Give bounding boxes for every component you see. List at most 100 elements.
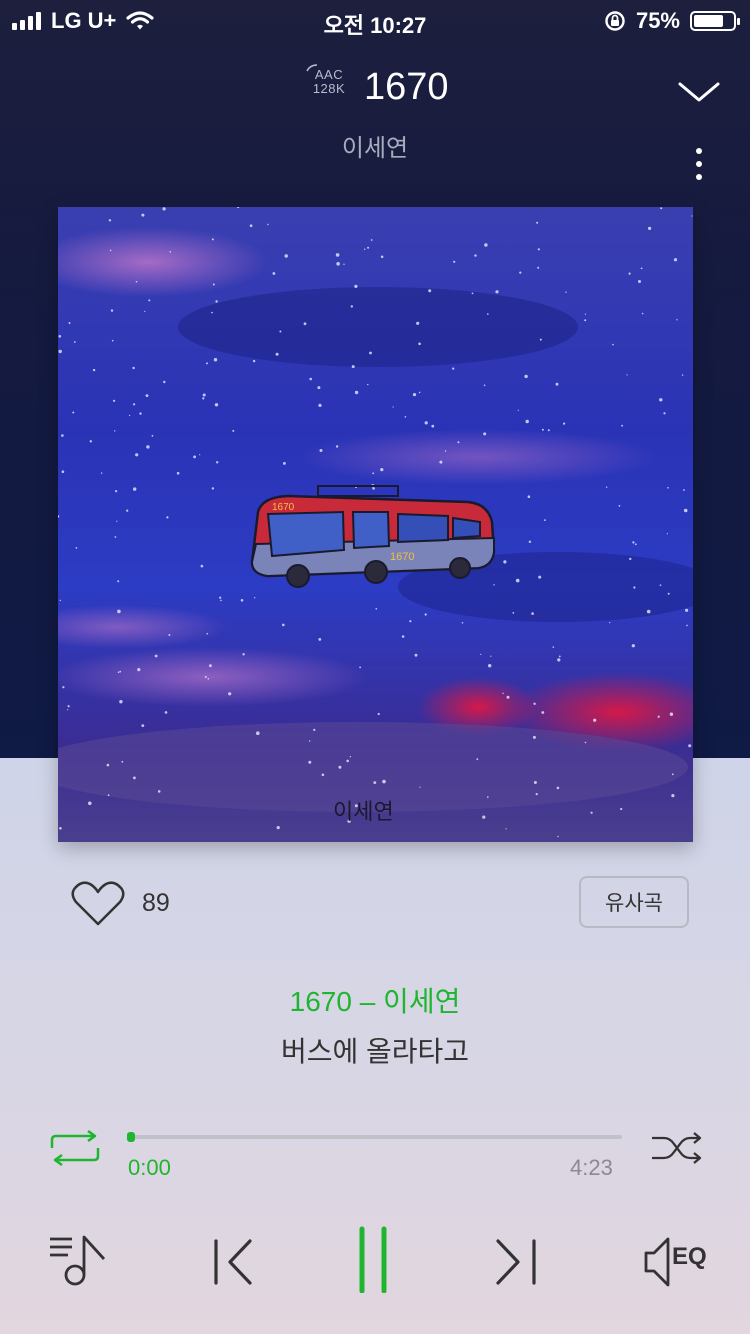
orientation-lock-icon	[605, 11, 625, 31]
star-speck	[88, 801, 92, 806]
star-speck	[141, 213, 145, 217]
star-speck	[308, 760, 312, 764]
star-speck	[370, 239, 373, 241]
star-speck	[133, 403, 136, 406]
shuffle-button[interactable]	[650, 1130, 704, 1166]
star-speck	[119, 700, 123, 704]
status-right: 75%	[604, 8, 740, 34]
star-speck	[228, 692, 232, 696]
star-speck	[67, 705, 70, 708]
star-speck	[634, 543, 637, 546]
star-speck	[346, 759, 350, 763]
current-lyric[interactable]: 버스에 올라타고	[0, 1030, 750, 1070]
star-speck	[505, 828, 507, 830]
star-speck	[106, 763, 110, 767]
star-speck	[541, 428, 544, 431]
star-speck	[321, 773, 325, 777]
star-speck	[686, 624, 688, 627]
previous-button[interactable]	[206, 1225, 262, 1293]
star-speck	[558, 655, 561, 658]
repeat-icon	[50, 1129, 100, 1167]
star-speck	[444, 450, 447, 452]
star-speck	[428, 289, 432, 293]
star-speck	[242, 653, 245, 656]
star-speck	[638, 280, 641, 283]
star-speck	[335, 445, 339, 448]
repeat-button[interactable]	[48, 1129, 102, 1167]
star-speck	[313, 728, 316, 732]
more-options-button[interactable]	[684, 146, 714, 186]
like-button[interactable]	[70, 880, 126, 928]
star-speck	[372, 472, 375, 475]
star-speck	[67, 709, 69, 711]
star-speck	[641, 312, 644, 315]
star-speck	[487, 796, 489, 798]
star-speck	[487, 313, 489, 315]
star-speck	[593, 718, 597, 722]
star-speck	[107, 794, 110, 797]
star-speck	[350, 305, 353, 308]
star-speck	[552, 646, 555, 648]
star-speck	[382, 779, 386, 784]
track-title[interactable]: 1670 – 이세연	[0, 980, 750, 1020]
playlist-button[interactable]	[46, 1225, 112, 1293]
similar-songs-button[interactable]: 유사곡	[579, 876, 689, 928]
star-speck	[132, 366, 135, 370]
star-speck	[431, 424, 435, 428]
star-speck	[111, 339, 114, 342]
star-speck	[343, 263, 345, 265]
star-speck	[214, 403, 219, 407]
progress-handle[interactable]	[127, 1132, 135, 1142]
like-count: 89	[142, 889, 170, 917]
star-speck	[216, 461, 219, 464]
star-speck	[303, 322, 307, 326]
header-artist[interactable]: 이세연	[0, 128, 750, 163]
star-speck	[164, 711, 168, 714]
star-speck	[502, 692, 504, 694]
star-speck	[319, 449, 323, 452]
star-speck	[424, 613, 427, 616]
star-speck	[58, 335, 62, 338]
star-speck	[681, 374, 684, 376]
star-speck	[452, 367, 455, 370]
star-speck	[249, 224, 253, 227]
star-speck	[135, 453, 139, 457]
star-speck	[584, 741, 587, 744]
next-icon	[496, 1239, 536, 1285]
star-speck	[409, 620, 412, 623]
star-speck	[275, 352, 279, 356]
star-speck	[193, 455, 197, 459]
star-speck	[517, 409, 519, 411]
star-speck	[119, 670, 122, 673]
star-speck	[633, 586, 636, 589]
star-speck	[519, 271, 522, 274]
next-button[interactable]	[488, 1225, 544, 1293]
star-speck	[669, 712, 674, 716]
star-speck	[453, 260, 456, 263]
pause-button[interactable]	[344, 1225, 404, 1294]
star-speck	[659, 584, 662, 586]
equalizer-button[interactable]: EQ	[640, 1225, 716, 1293]
star-speck	[482, 815, 486, 819]
star-speck	[663, 412, 666, 415]
star-speck	[121, 760, 124, 763]
collapse-button[interactable]	[676, 72, 722, 112]
star-speck	[349, 756, 352, 758]
star-speck	[688, 744, 692, 748]
previous-icon	[214, 1239, 252, 1285]
star-speck	[563, 422, 566, 425]
star-speck	[100, 472, 103, 474]
star-speck	[202, 393, 206, 397]
star-speck	[671, 773, 674, 776]
playlist-icon	[50, 1235, 106, 1286]
star-speck	[162, 207, 166, 211]
progress-bar[interactable]	[127, 1132, 622, 1142]
star-speck	[109, 249, 112, 252]
star-speck	[414, 653, 418, 657]
star-speck	[204, 675, 207, 678]
star-speck	[215, 300, 218, 303]
star-speck	[484, 243, 488, 247]
star-speck	[207, 678, 210, 680]
star-speck	[544, 519, 546, 521]
star-speck	[338, 765, 342, 769]
